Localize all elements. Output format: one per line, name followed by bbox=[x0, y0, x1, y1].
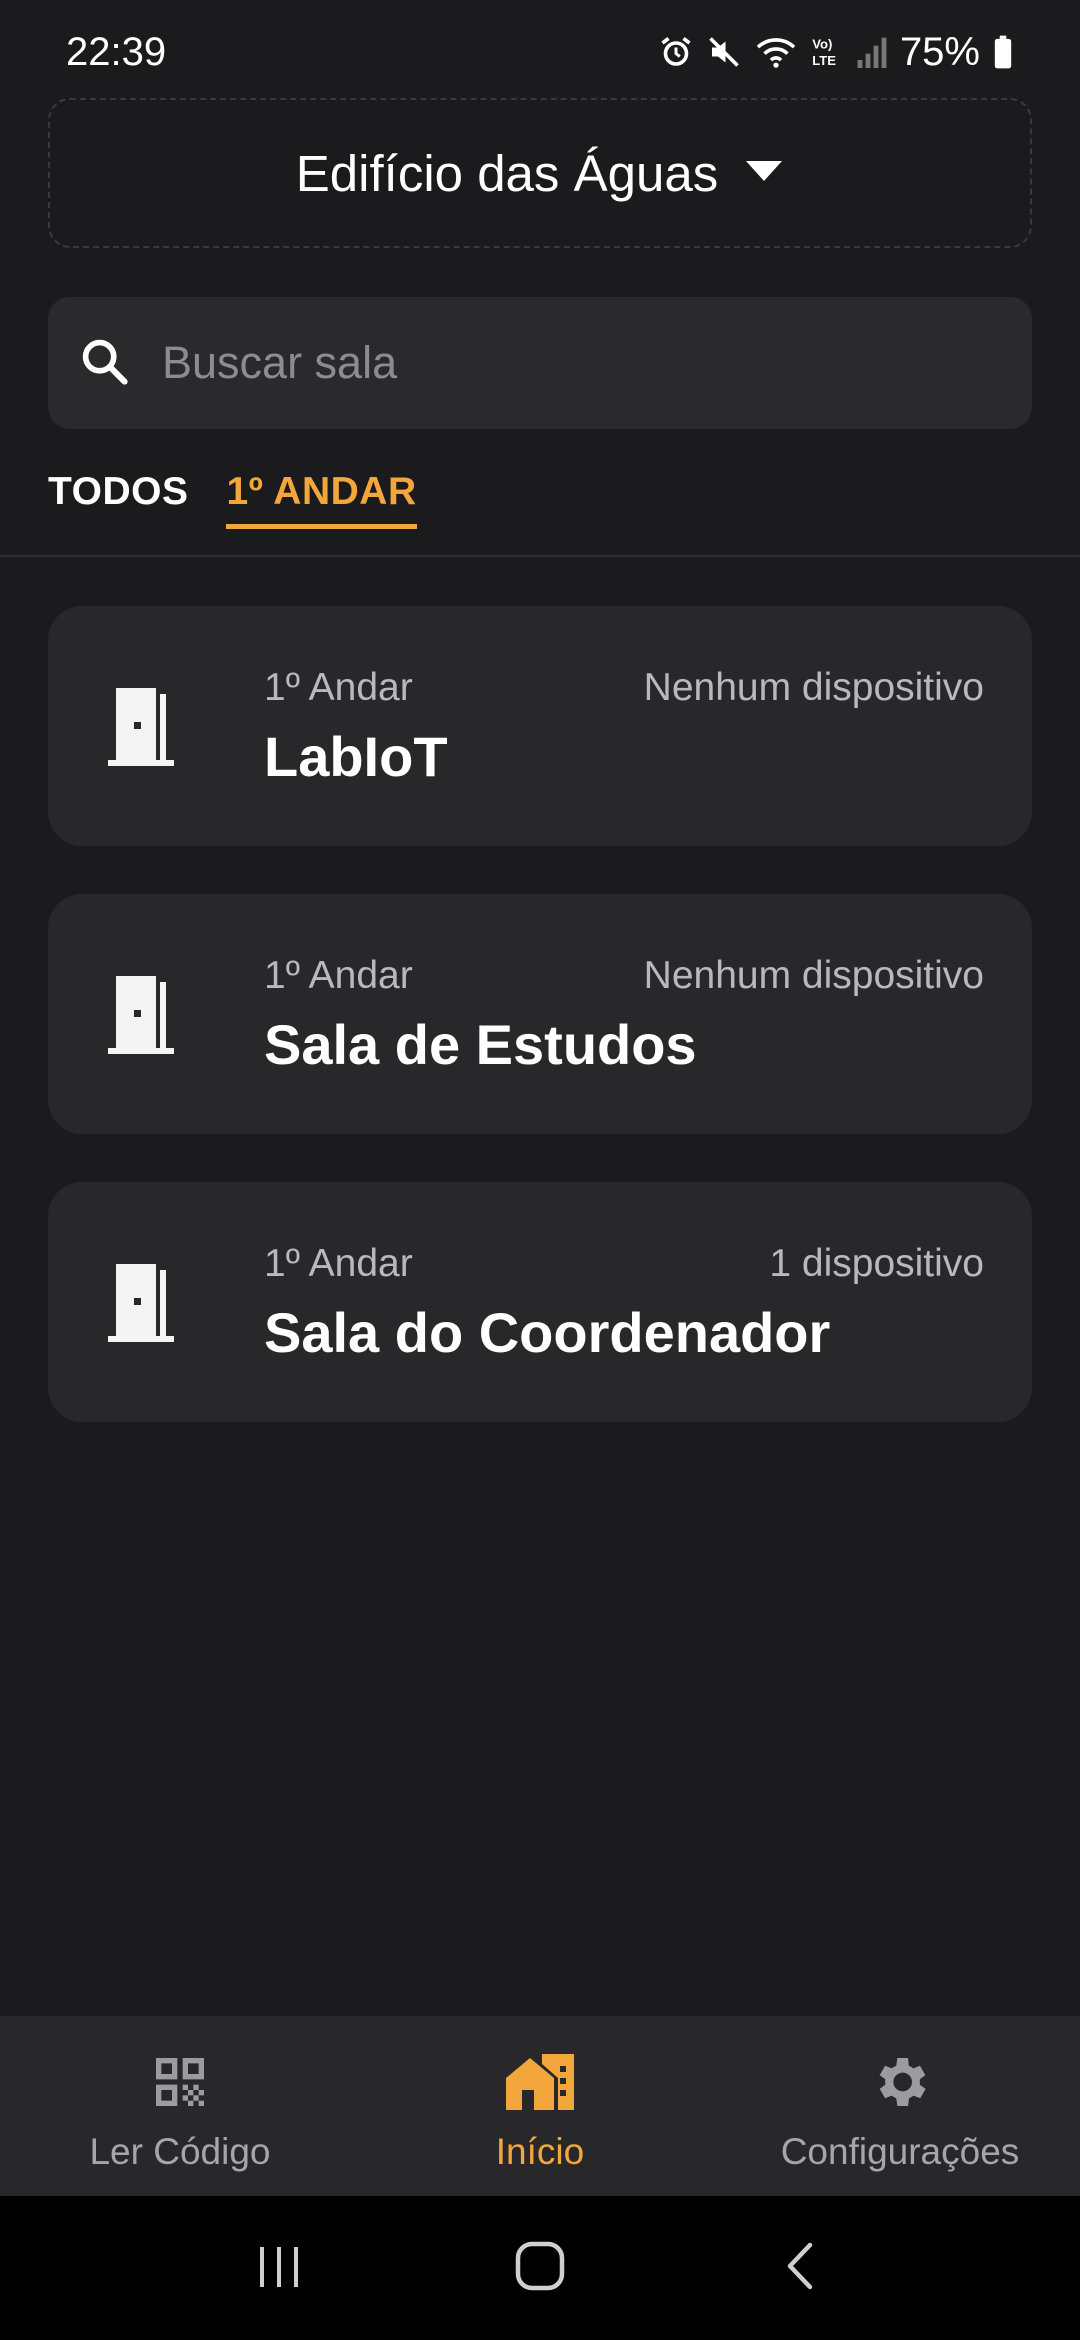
home-icon bbox=[502, 2050, 578, 2119]
svg-text:LTE: LTE bbox=[812, 53, 836, 68]
room-device-count: Nenhum dispositivo bbox=[643, 954, 984, 997]
mute-icon bbox=[706, 34, 742, 70]
qr-code-icon bbox=[148, 2050, 212, 2119]
search-icon bbox=[78, 335, 130, 392]
signal-icon bbox=[856, 34, 888, 70]
app-screen: 22:39 Vo) LTE 75% Edifício das Águas Bus… bbox=[0, 0, 1080, 2340]
nav-label-configuracoes: Configurações bbox=[780, 2131, 1020, 2172]
building-name: Edifício das Águas bbox=[295, 144, 719, 202]
nav-item-configuracoes[interactable]: Configurações bbox=[720, 2016, 1080, 2196]
search-input[interactable] bbox=[160, 336, 984, 390]
system-navigation-bar bbox=[0, 2196, 1080, 2340]
bottom-navigation: Ler Código Início Configurações bbox=[0, 2016, 1080, 2196]
room-device-count: 1 dispositivo bbox=[769, 1242, 984, 1285]
room-name: LabIoT bbox=[264, 725, 448, 788]
nav-label-inicio: Início bbox=[495, 2131, 585, 2172]
door-icon bbox=[106, 684, 190, 773]
search-box[interactable] bbox=[48, 297, 1032, 429]
room-card[interactable]: 1º Andar Nenhum dispositivo LabIoT bbox=[48, 606, 1032, 846]
door-icon bbox=[106, 972, 190, 1061]
nav-label-ler-codigo: Ler Código bbox=[89, 2131, 271, 2172]
room-name: Sala de Estudos bbox=[264, 1013, 697, 1076]
room-card[interactable]: 1º Andar 1 dispositivo Sala do Coordenad… bbox=[48, 1182, 1032, 1422]
nav-item-ler-codigo[interactable]: Ler Código bbox=[0, 2016, 360, 2196]
battery-percent: 75% bbox=[899, 29, 980, 74]
room-floor: 1º Andar bbox=[264, 1242, 413, 1285]
alarm-icon bbox=[658, 34, 694, 70]
room-floor: 1º Andar bbox=[264, 954, 413, 997]
building-selector[interactable]: Edifício das Águas bbox=[48, 98, 1032, 248]
status-bar: 22:39 Vo) LTE 75% bbox=[0, 0, 1080, 96]
svg-text:Vo): Vo) bbox=[812, 37, 832, 52]
tab-todos[interactable]: TODOS bbox=[48, 470, 188, 529]
caret-down-icon bbox=[744, 159, 784, 188]
back-icon[interactable] bbox=[776, 2239, 826, 2298]
room-name: Sala do Coordenador bbox=[264, 1301, 831, 1364]
recents-icon[interactable] bbox=[254, 2241, 304, 2296]
nav-item-inicio[interactable]: Início bbox=[360, 2016, 720, 2196]
battery-icon bbox=[992, 34, 1014, 70]
tab-1-andar[interactable]: 1º ANDAR bbox=[226, 470, 417, 529]
volte-icon: Vo) LTE bbox=[810, 34, 844, 70]
home-button-icon[interactable] bbox=[513, 2239, 567, 2298]
door-icon bbox=[106, 1260, 190, 1349]
wifi-icon bbox=[754, 34, 798, 70]
room-card[interactable]: 1º Andar Nenhum dispositivo Sala de Estu… bbox=[48, 894, 1032, 1134]
floor-tabs: TODOS 1º ANDAR bbox=[48, 470, 417, 529]
status-time: 22:39 bbox=[66, 29, 167, 74]
room-list: 1º Andar Nenhum dispositivo LabIoT 1º An… bbox=[48, 606, 1032, 1470]
gear-icon bbox=[868, 2050, 932, 2119]
status-icons: Vo) LTE 75% bbox=[658, 30, 1014, 75]
room-device-count: Nenhum dispositivo bbox=[643, 666, 984, 709]
room-floor: 1º Andar bbox=[264, 666, 413, 709]
tabs-divider bbox=[0, 555, 1080, 557]
